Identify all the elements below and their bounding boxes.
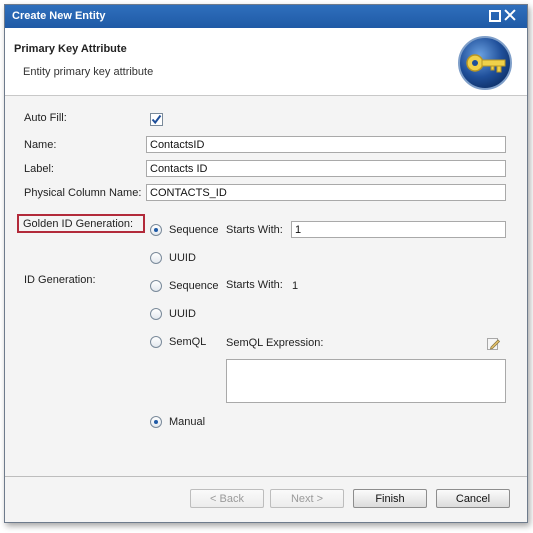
close-icon[interactable] (504, 9, 516, 21)
footer-divider (5, 476, 527, 477)
next-button[interactable]: Next > (270, 489, 344, 508)
key-icon (458, 36, 512, 90)
label-label: Label: (24, 163, 54, 175)
create-entity-dialog: Create New Entity Primary Key Attribute … (4, 4, 528, 523)
golden-starts-with-label: Starts With: (226, 224, 283, 236)
window-title: Create New Entity (12, 10, 106, 22)
id-generation-label: ID Generation: (24, 274, 96, 286)
id-semql-radio[interactable] (150, 336, 162, 348)
title-bar: Create New Entity (5, 5, 527, 28)
finish-button[interactable]: Finish (353, 489, 427, 508)
auto-fill-checkbox[interactable] (150, 113, 163, 126)
id-manual-radio[interactable] (150, 416, 162, 428)
label-input[interactable] (146, 160, 506, 177)
back-button[interactable]: < Back (190, 489, 264, 508)
name-input[interactable] (146, 136, 506, 153)
semql-expression-input[interactable] (226, 359, 506, 403)
golden-uuid-label: UUID (169, 252, 196, 264)
id-starts-with-value: 1 (292, 280, 299, 292)
golden-id-label: Golden ID Generation: (23, 218, 134, 230)
id-semql-label: SemQL (169, 336, 207, 348)
id-starts-with-label: Starts With: (226, 279, 283, 291)
golden-sequence-label: Sequence (169, 224, 219, 236)
id-sequence-label: Sequence (169, 280, 219, 292)
semql-expression-label: SemQL Expression: (226, 337, 324, 349)
name-label: Name: (24, 139, 57, 151)
maximize-icon[interactable] (488, 9, 501, 22)
auto-fill-label: Auto Fill: (24, 112, 67, 124)
id-uuid-label: UUID (169, 308, 196, 320)
edit-expression-icon[interactable] (486, 336, 501, 351)
page-subtitle: Entity primary key attribute (23, 66, 154, 78)
golden-uuid-radio[interactable] (150, 252, 162, 264)
wizard-header: Primary Key Attribute Entity primary key… (5, 28, 527, 96)
id-manual-label: Manual (169, 416, 206, 428)
physical-column-input[interactable] (146, 184, 506, 201)
cancel-button[interactable]: Cancel (436, 489, 510, 508)
golden-starts-with-input[interactable] (291, 221, 506, 238)
physical-column-label: Physical Column Name: (24, 187, 142, 199)
page-title: Primary Key Attribute (14, 43, 127, 55)
id-sequence-radio[interactable] (150, 280, 162, 292)
golden-sequence-radio[interactable] (150, 224, 162, 236)
id-uuid-radio[interactable] (150, 308, 162, 320)
